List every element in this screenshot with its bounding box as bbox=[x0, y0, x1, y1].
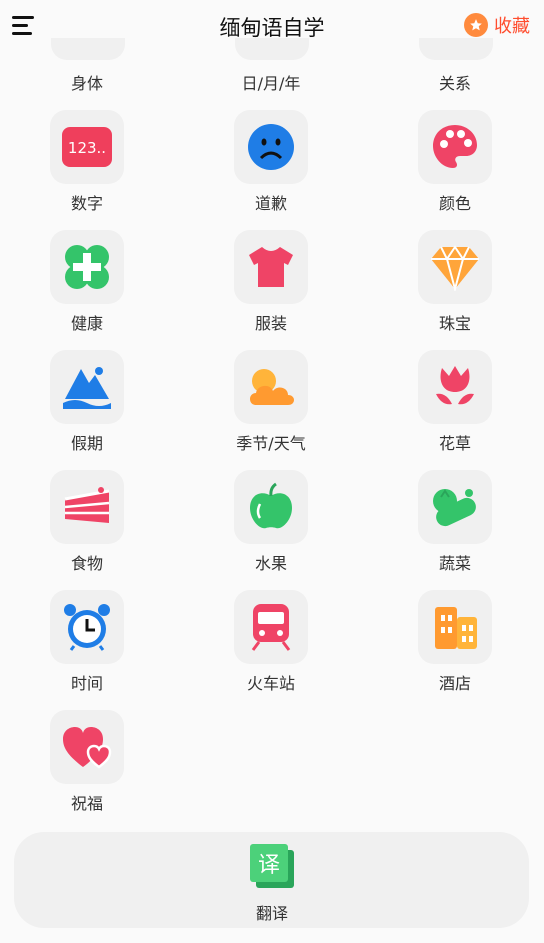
category-label: 数字 bbox=[70, 194, 103, 213]
category-label: 服装 bbox=[254, 314, 287, 333]
category-label: 身体 bbox=[70, 74, 103, 93]
translate-icon: 译 bbox=[250, 844, 294, 888]
category-label: 关系 bbox=[438, 74, 471, 93]
category-label: 祝福 bbox=[70, 794, 103, 813]
category-label: 酒店 bbox=[438, 674, 471, 693]
tile bbox=[418, 470, 492, 544]
tile bbox=[50, 710, 124, 784]
tile bbox=[50, 350, 124, 424]
category-blessings[interactable]: 祝福 bbox=[17, 710, 157, 820]
tshirt-icon bbox=[249, 247, 293, 287]
category-label: 水果 bbox=[254, 554, 287, 573]
category-label: 花草 bbox=[438, 434, 471, 453]
tile bbox=[418, 350, 492, 424]
hearts-icon bbox=[63, 727, 112, 769]
category-colors[interactable]: 颜色 bbox=[385, 110, 525, 220]
category-holidays[interactable]: 假期 bbox=[17, 350, 157, 460]
palette-icon bbox=[433, 125, 477, 168]
tile bbox=[418, 230, 492, 304]
tile: 123.. bbox=[50, 110, 124, 184]
category-seasons-weather[interactable]: 季节/天气 bbox=[201, 350, 341, 460]
category-label: 食物 bbox=[70, 554, 103, 573]
category-time[interactable]: 时间 bbox=[17, 590, 157, 700]
bottom-bar: 译 翻译 bbox=[14, 832, 529, 928]
tile bbox=[234, 230, 308, 304]
category-label: 火车站 bbox=[246, 674, 295, 693]
mountain-icon bbox=[63, 367, 111, 409]
category-label: 日/月/年 bbox=[241, 74, 301, 93]
svg-text:译: 译 bbox=[258, 853, 280, 878]
vegetables-icon bbox=[433, 489, 476, 527]
train-icon bbox=[251, 604, 291, 651]
tile bbox=[234, 110, 308, 184]
category-train-station[interactable]: 火车站 bbox=[201, 590, 341, 700]
category-hotel[interactable]: 酒店 bbox=[385, 590, 525, 700]
translate-label: 翻译 bbox=[255, 904, 288, 923]
category-flowers[interactable]: 花草 bbox=[385, 350, 525, 460]
tile bbox=[234, 350, 308, 424]
category-fruit[interactable]: 水果 bbox=[201, 470, 341, 580]
category-label: 道歉 bbox=[254, 194, 287, 213]
category-vegetables[interactable]: 蔬菜 bbox=[385, 470, 525, 580]
category-label: 颜色 bbox=[438, 194, 471, 213]
alarm-clock-icon bbox=[64, 604, 110, 651]
category-label: 假期 bbox=[70, 434, 103, 453]
number-badge-icon: 123.. bbox=[62, 127, 112, 167]
category-label: 珠宝 bbox=[438, 314, 471, 333]
category-clothing[interactable]: 服装 bbox=[201, 230, 341, 340]
tile bbox=[234, 590, 308, 664]
tile bbox=[418, 590, 492, 664]
tile bbox=[418, 110, 492, 184]
tile bbox=[50, 230, 124, 304]
tile-partial-3[interactable] bbox=[419, 38, 493, 60]
category-food[interactable]: 食物 bbox=[17, 470, 157, 580]
category-health[interactable]: 健康 bbox=[17, 230, 157, 340]
favorites-button[interactable]: 收藏 bbox=[464, 12, 530, 38]
health-cross-icon bbox=[65, 245, 109, 289]
category-label: 时间 bbox=[70, 674, 103, 693]
star-icon bbox=[464, 13, 488, 37]
apple-icon bbox=[250, 482, 292, 529]
category-jewelry[interactable]: 珠宝 bbox=[385, 230, 525, 340]
cloud-sun-icon bbox=[250, 369, 294, 405]
tile-partial-1[interactable] bbox=[51, 38, 125, 60]
cake-icon bbox=[64, 487, 110, 523]
category-apology[interactable]: 道歉 bbox=[201, 110, 341, 220]
svg-text:123..: 123.. bbox=[68, 139, 106, 157]
hotel-building-icon bbox=[435, 607, 477, 649]
category-numbers[interactable]: 123.. 数字 bbox=[17, 110, 157, 220]
category-label: 季节/天气 bbox=[236, 434, 306, 453]
translate-button[interactable]: 译 翻译 bbox=[234, 840, 309, 923]
diamond-icon bbox=[431, 245, 479, 291]
tile bbox=[50, 590, 124, 664]
tile bbox=[234, 470, 308, 544]
tile-partial-2[interactable] bbox=[235, 38, 309, 60]
flower-icon bbox=[436, 366, 474, 405]
favorites-label: 收藏 bbox=[494, 16, 530, 37]
sad-face-icon bbox=[248, 124, 294, 170]
tile bbox=[50, 470, 124, 544]
category-label: 蔬菜 bbox=[438, 554, 471, 573]
category-label: 健康 bbox=[70, 314, 103, 333]
